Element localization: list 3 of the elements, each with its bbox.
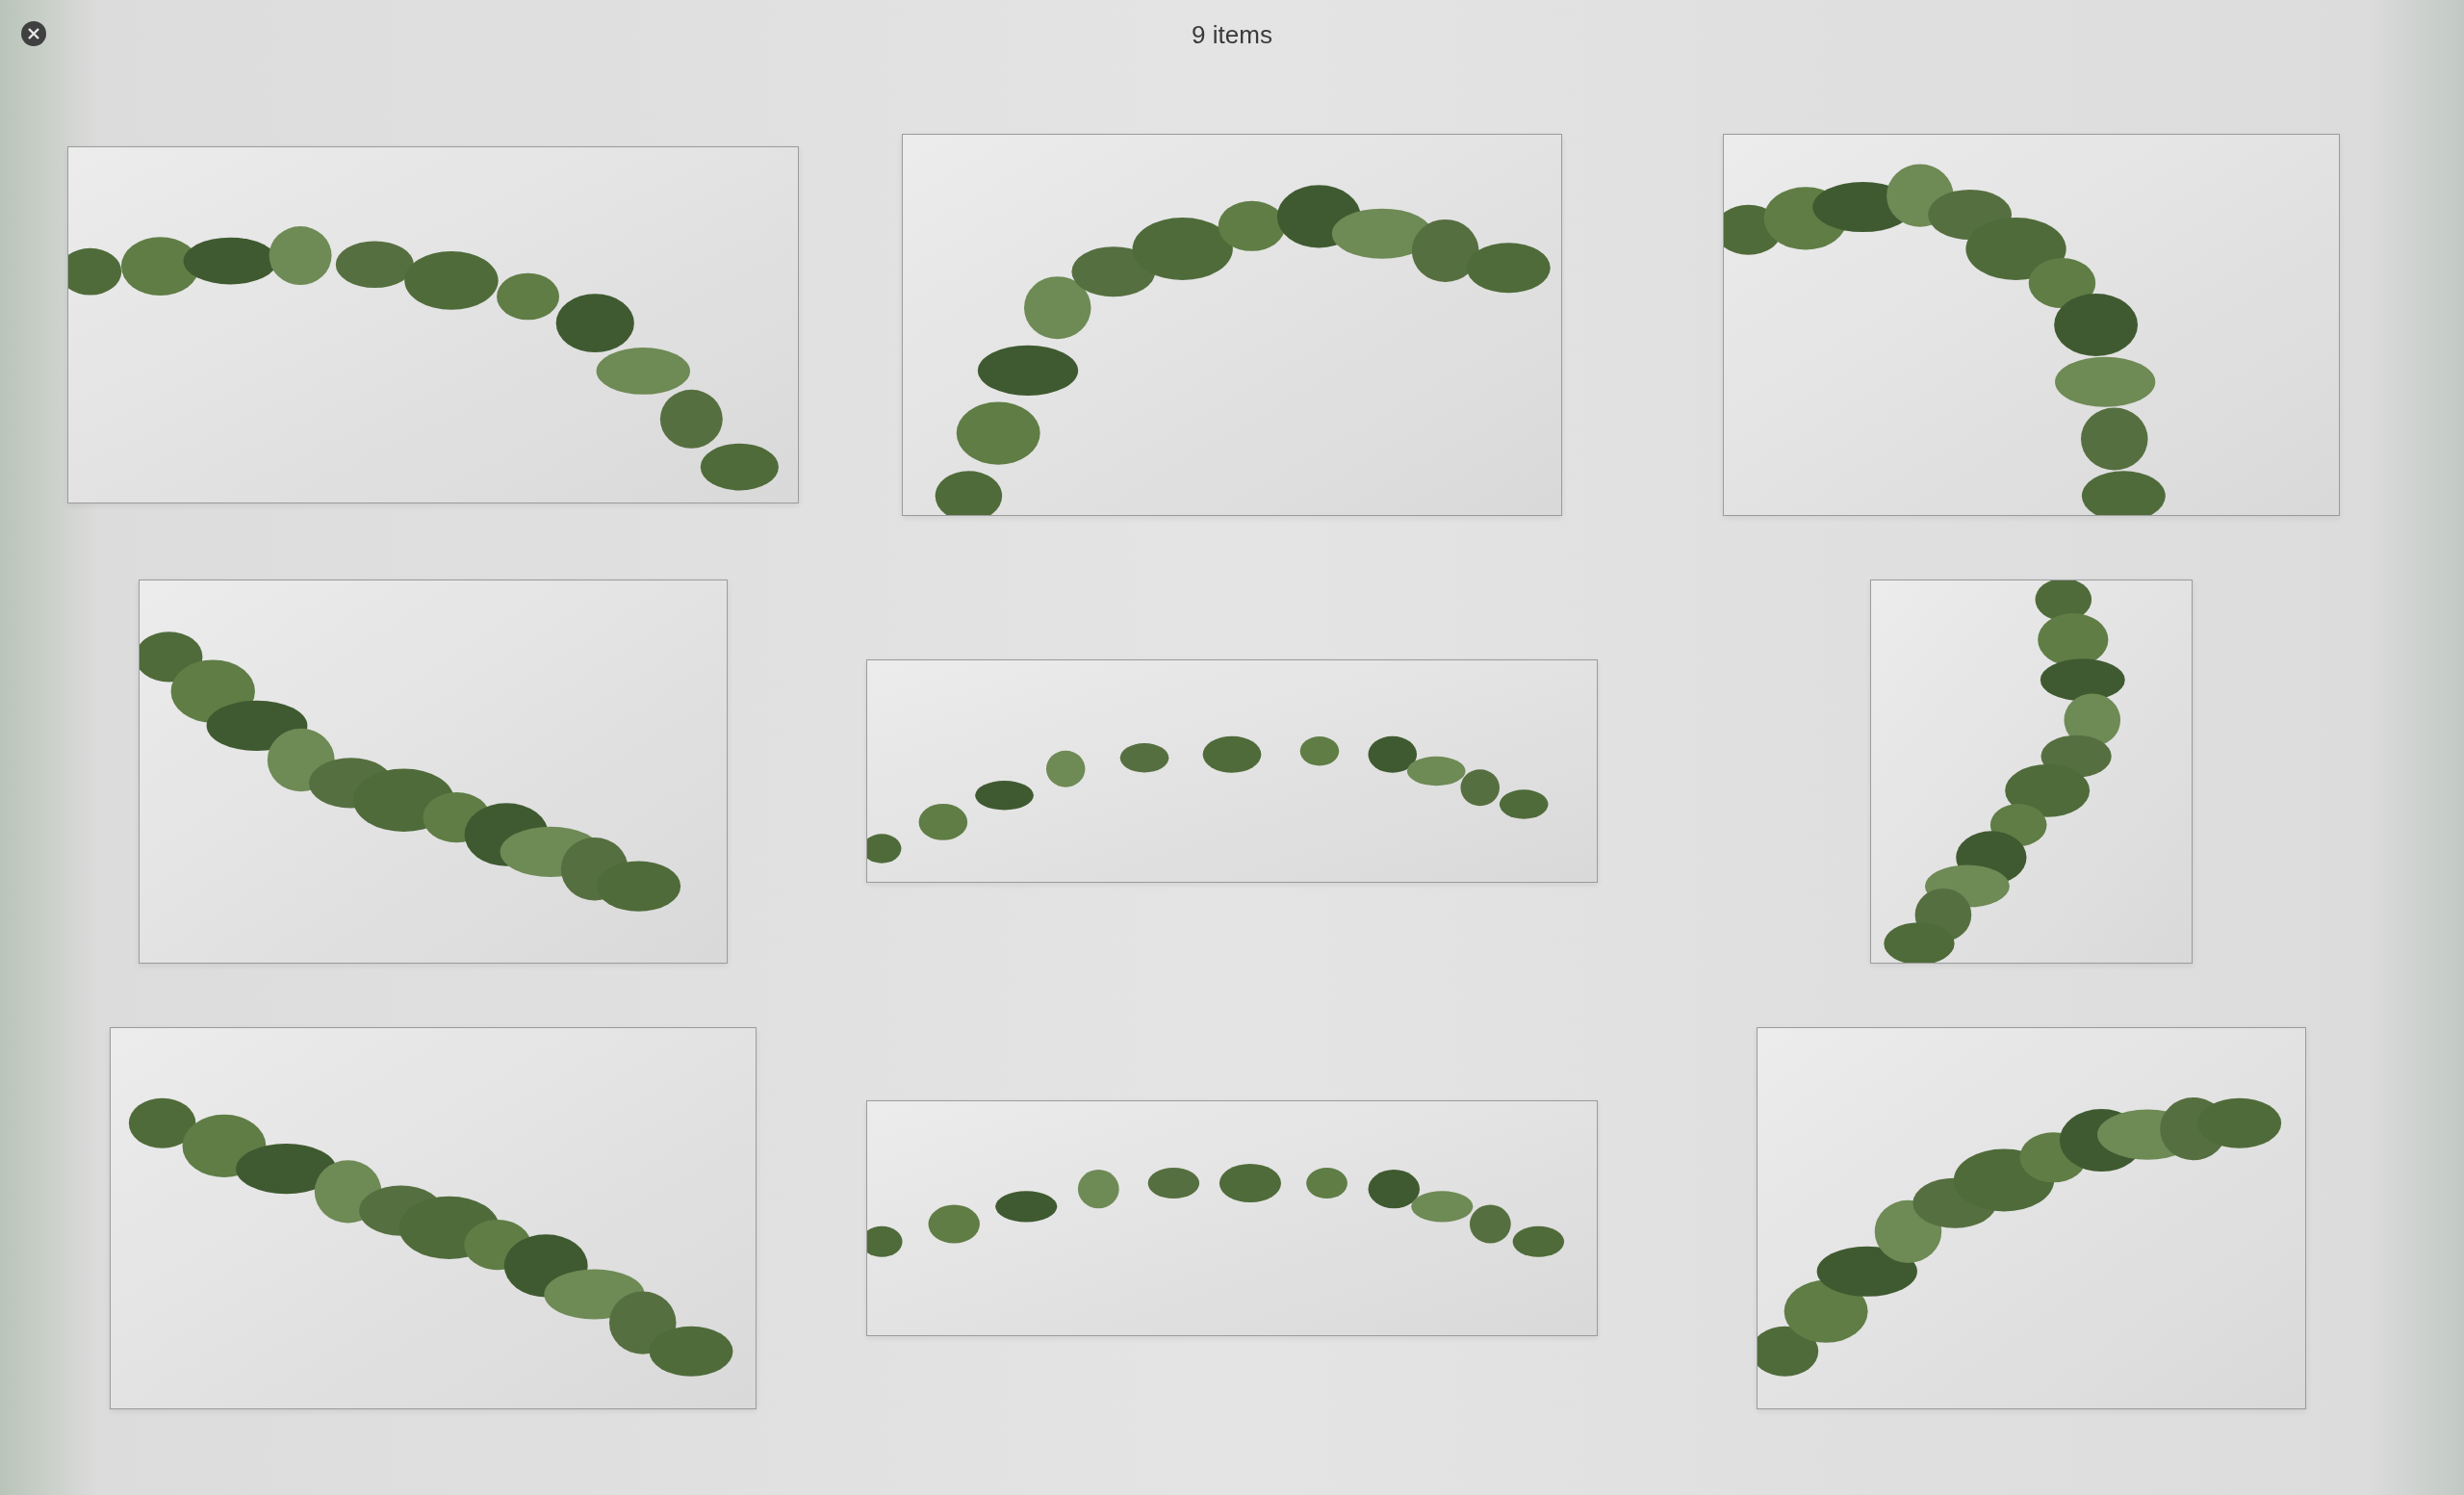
window-title: 9 items: [1192, 19, 1272, 50]
close-icon: [28, 28, 39, 39]
close-button[interactable]: [21, 21, 46, 46]
